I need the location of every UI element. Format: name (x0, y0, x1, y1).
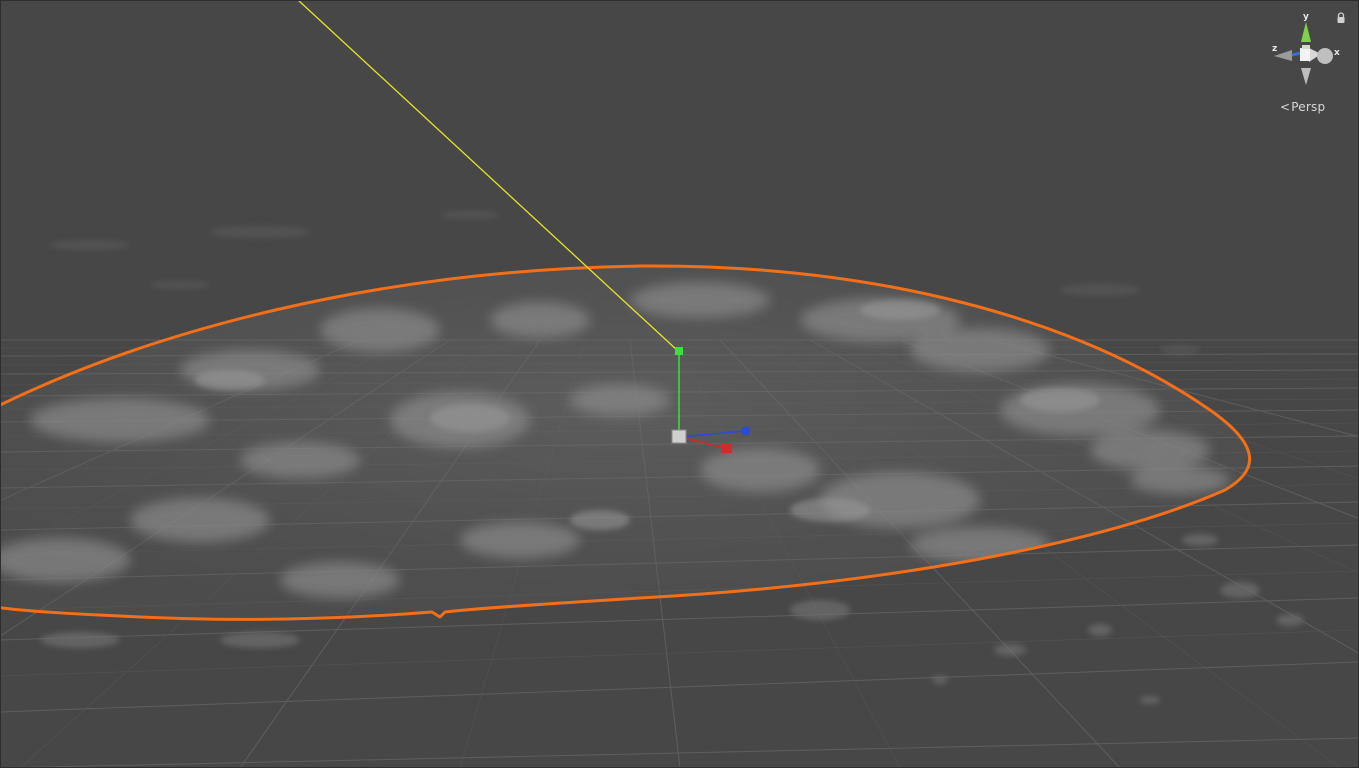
lock-icon[interactable] (1336, 12, 1346, 24)
y-axis-handle-cube[interactable] (675, 347, 683, 355)
gizmo-neg-x-sphere[interactable] (1317, 48, 1333, 64)
projection-toggle[interactable]: <Persp (1280, 100, 1325, 114)
chevron-left-icon: < (1280, 100, 1291, 114)
center-handle-cube[interactable] (671, 429, 687, 444)
gizmo-z-label: z (1272, 44, 1277, 54)
x-axis-handle-cube[interactable] (721, 443, 732, 453)
gizmo-neg-y-cone[interactable] (1301, 68, 1311, 85)
gizmo-y-cone[interactable] (1301, 22, 1311, 42)
scene-canvas[interactable] (0, 0, 1359, 768)
projection-label: Persp (1291, 100, 1326, 114)
gizmo-y-label: y (1303, 12, 1309, 22)
scene-view[interactable]: y x z <Persp (0, 0, 1359, 768)
gizmo-x-label: x (1334, 48, 1340, 58)
gizmo-center-cube[interactable] (1300, 48, 1310, 61)
z-axis-handle-cube[interactable] (741, 426, 751, 436)
